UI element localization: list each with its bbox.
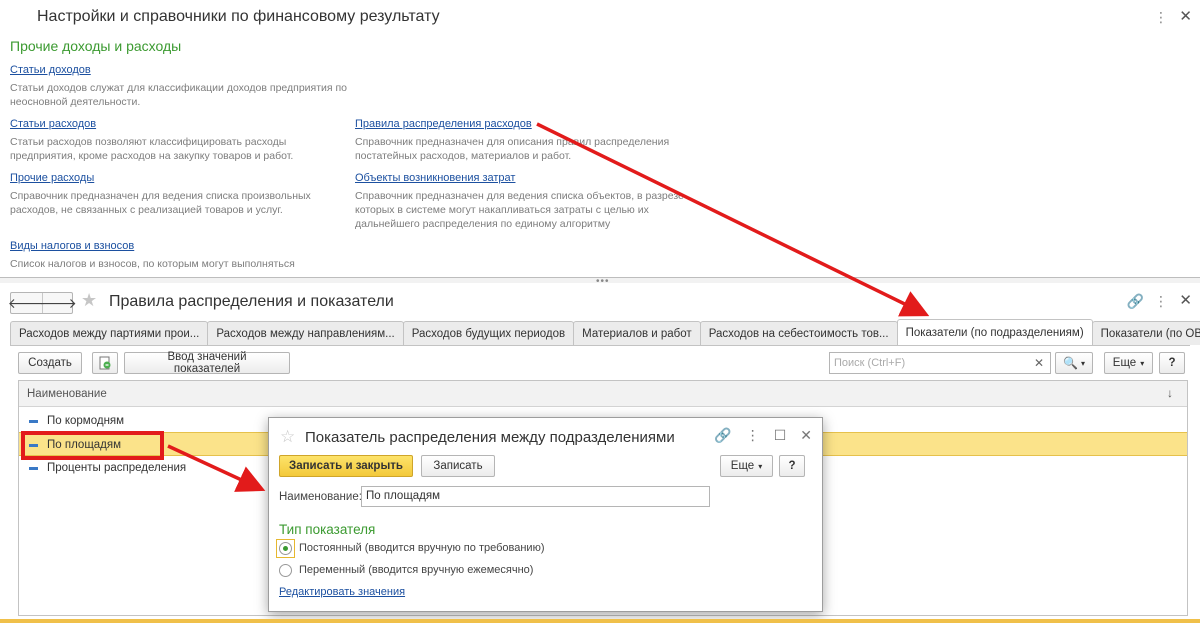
search-input[interactable]: Поиск (Ctrl+F) ✕ [829, 352, 1051, 374]
dialog-window-controls: 🔗 ⋮ ☐ ✕ [714, 427, 812, 444]
indicator-dialog: ☆ Показатель распределения между подразд… [268, 417, 823, 612]
form-title: Правила распределения и показатели [109, 293, 394, 310]
bottom-status-strip [0, 619, 1200, 623]
link-tax-types[interactable]: Виды налогов и взносов [10, 240, 134, 252]
edit-values-link[interactable]: Редактировать значения [279, 586, 405, 598]
enter-values-button[interactable]: Ввод значений показателей [124, 351, 290, 375]
tab-batches[interactable]: Расходов между партиями прои... [10, 321, 209, 345]
link-other-expenses[interactable]: Прочие расходы [10, 172, 94, 184]
radio-variable-label: Переменный (вводится вручную ежемесячно) [299, 564, 534, 576]
radio-constant-label: Постоянный (вводится вручную по требован… [299, 542, 545, 554]
tab-future-periods[interactable]: Расходов будущих периодов [402, 321, 575, 345]
search-icon: 🔍 [1063, 356, 1078, 370]
name-label: Наименование: [279, 491, 362, 503]
radio-unselected-icon[interactable] [279, 564, 292, 577]
tab-materials-works[interactable]: Материалов и работ [573, 321, 701, 345]
item-marker-icon [29, 467, 38, 470]
save-button[interactable]: Записать [421, 455, 495, 477]
indicator-type-group: Тип показателя [279, 522, 376, 537]
favorite-star-icon[interactable]: ☆ [280, 427, 295, 447]
section-title: Прочие доходы и расходы [10, 38, 182, 54]
search-placeholder: Поиск (Ctrl+F) [834, 357, 906, 369]
tab-indicators-ovz[interactable]: Показатели (по ОВЗ) [1091, 321, 1200, 345]
link-icon[interactable]: 🔗 [714, 427, 731, 444]
dialog-title: Показатель распределения между подраздел… [305, 429, 675, 446]
favorite-star-icon[interactable]: ★ [81, 290, 97, 311]
chevron-down-icon: ▾ [1140, 358, 1145, 368]
tab-bar: Расходов между партиями прои... Расходов… [10, 319, 1200, 345]
name-field[interactable]: По площадям [361, 486, 710, 507]
item-marker-icon [29, 420, 38, 423]
link-income-items[interactable]: Статьи доходов [10, 64, 91, 76]
expense-items-desc: Статьи расходов позволяют классифицирова… [10, 136, 294, 162]
close-icon[interactable]: ✕ [800, 427, 812, 444]
dialog-help-button[interactable]: ? [779, 455, 805, 477]
list-item-label: Проценты распределения [47, 462, 187, 474]
nav-buttons: 🡐 🡒 [8, 292, 77, 314]
link-icon[interactable]: 🔗 [1127, 293, 1144, 310]
focus-frame [276, 539, 295, 558]
list-header[interactable]: Наименование ↓ [19, 381, 1187, 407]
income-items-desc: Статьи доходов служат для классификации … [10, 82, 348, 108]
maximize-icon[interactable]: ☐ [774, 427, 787, 444]
other-expenses-desc: Справочник предназначен для ведения спис… [10, 190, 311, 216]
help-button[interactable]: ? [1159, 352, 1185, 374]
more-menu-icon[interactable]: ⋮ [1154, 293, 1168, 310]
cost-objects-desc: Справочник предназначен для ведения спис… [355, 190, 684, 230]
settings-panel: Настройки и справочники по финансовому р… [0, 0, 1200, 278]
sort-arrow-icon[interactable]: ↓ [1167, 386, 1173, 400]
allocation-rules-desc: Справочник предназначен для описания пра… [355, 136, 670, 162]
chevron-down-icon: ▾ [1080, 358, 1085, 368]
more-label: Еще [1112, 357, 1137, 369]
refresh-doc-button[interactable] [92, 352, 118, 374]
link-cost-objects[interactable]: Объекты возникновения затрат [355, 172, 515, 184]
list-item-label: По кормодням [47, 415, 125, 427]
tax-types-desc: Список налогов и взносов, по которым мог… [10, 258, 295, 270]
chevron-down-icon: ▾ [758, 461, 763, 471]
close-icon[interactable]: ✕ [1179, 7, 1192, 25]
document-refresh-icon [99, 356, 111, 370]
link-expense-items[interactable]: Статьи расходов [10, 118, 96, 130]
more-menu-icon[interactable]: ⋮ [746, 427, 760, 444]
tabs-divider [10, 345, 1190, 346]
clear-icon[interactable]: ✕ [1034, 356, 1044, 370]
tab-cost-price[interactable]: Расходов на себестоимость тов... [699, 321, 898, 345]
save-and-close-button[interactable]: Записать и закрыть [279, 455, 413, 477]
link-allocation-rules[interactable]: Правила распределения расходов [355, 118, 532, 130]
search-options-button[interactable]: 🔍 ▾ [1055, 352, 1093, 374]
more-button[interactable]: Еще ▾ [1104, 352, 1153, 374]
create-button[interactable]: Создать [18, 352, 82, 374]
dialog-more-button[interactable]: Еще ▾ [720, 455, 773, 477]
more-menu-icon[interactable]: ⋮ [1154, 9, 1168, 26]
tab-directions[interactable]: Расходов между направлениям... [207, 321, 404, 345]
tab-indicators-departments[interactable]: Показатели (по подразделениям) [896, 319, 1093, 345]
page-title: Настройки и справочники по финансовому р… [37, 8, 440, 25]
close-icon[interactable]: ✕ [1179, 291, 1192, 309]
back-arrow-icon[interactable]: 🡐 [8, 293, 46, 313]
highlight-box [21, 431, 164, 460]
column-name-header[interactable]: Наименование [27, 388, 107, 400]
more-label: Еще [730, 460, 755, 472]
forward-arrow-icon[interactable]: 🡒 [39, 293, 77, 313]
